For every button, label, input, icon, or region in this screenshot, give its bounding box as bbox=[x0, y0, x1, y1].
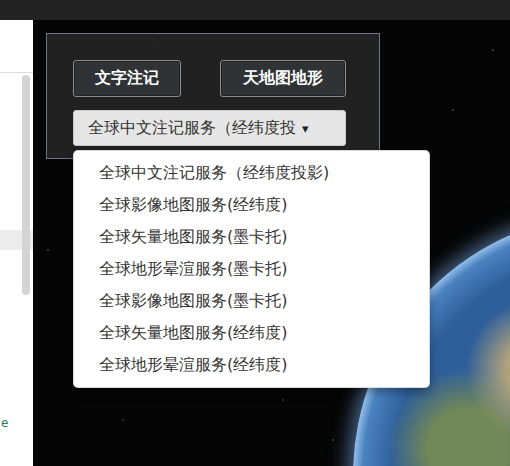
caret-icon: ▾ bbox=[302, 121, 309, 136]
sidebar-text[interactable]: e bbox=[0, 416, 33, 466]
scrollbar[interactable] bbox=[22, 75, 30, 295]
menu-item[interactable]: 全球影像地图服务(墨卡托) bbox=[74, 285, 429, 317]
menu-item[interactable]: 全球矢量地图服务(墨卡托) bbox=[74, 221, 429, 253]
menu-item[interactable]: 全球中文注记服务（经纬度投影) bbox=[74, 157, 429, 189]
layer-button[interactable]: 文字注记 bbox=[73, 60, 181, 97]
dropdown-value: 全球中文注记服务（经纬度投 bbox=[88, 118, 296, 139]
layer-button[interactable]: 天地图地形 bbox=[220, 60, 346, 97]
sidebar: e bbox=[0, 20, 33, 466]
menu-item[interactable]: 全球矢量地图服务(经纬度) bbox=[74, 317, 429, 349]
dropdown-menu: 全球中文注记服务（经纬度投影)全球影像地图服务(经纬度)全球矢量地图服务(墨卡托… bbox=[73, 150, 430, 388]
menu-item[interactable]: 全球影像地图服务(经纬度) bbox=[74, 189, 429, 221]
menu-item[interactable]: 全球地形晕渲服务(经纬度) bbox=[74, 349, 429, 381]
control-panel: 文字注记 天地图地形全球中文注记服务（经纬度投 ▾ bbox=[46, 33, 380, 159]
menu-item[interactable]: 全球地形晕渲服务(墨卡托) bbox=[74, 253, 429, 285]
globe-view[interactable]: 文字注记天地图地形全球中文注记服务（经纬度投▾ 全球中文注记服务（经纬度投影)全… bbox=[33, 20, 510, 466]
top-bar bbox=[0, 0, 510, 20]
service-dropdown[interactable]: 全球中文注记服务（经纬度投 ▾ bbox=[73, 110, 346, 146]
button-row: 文字注记 天地图地形 bbox=[73, 60, 346, 97]
